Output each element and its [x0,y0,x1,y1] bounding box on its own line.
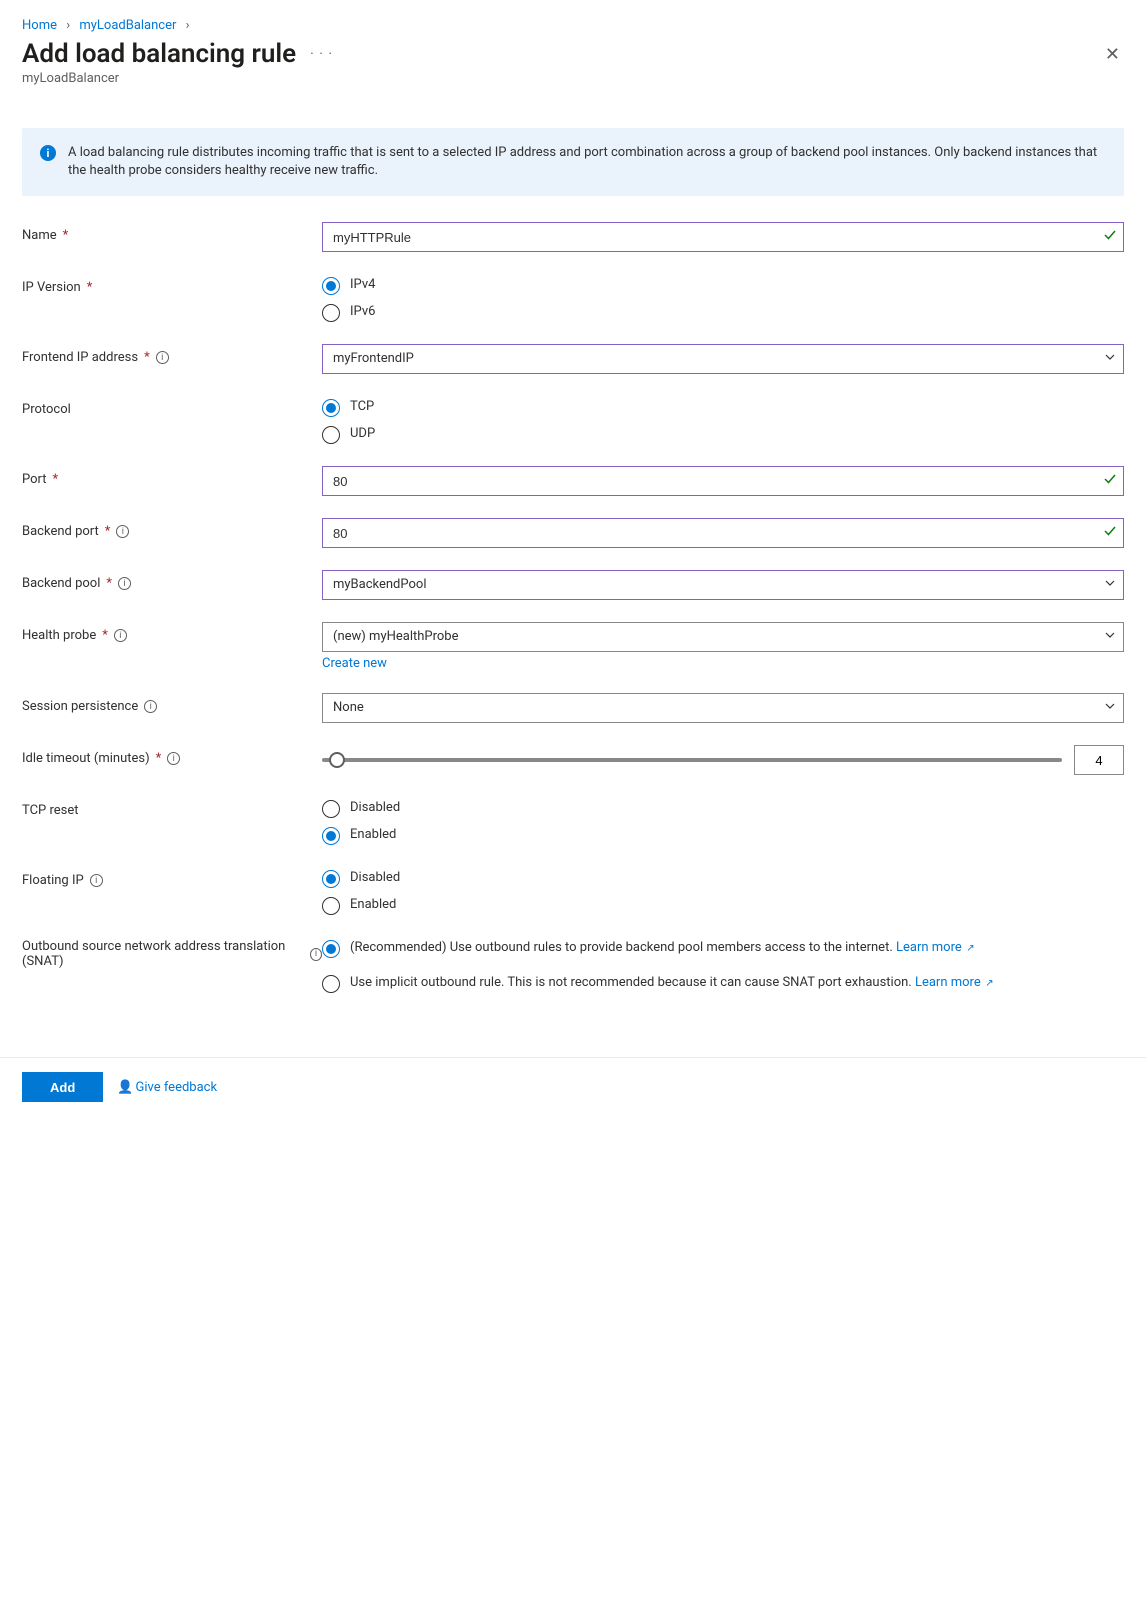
label-tcp-reset: TCP reset [22,797,322,818]
external-link-icon: ↗ [964,943,975,954]
radio-floating-ip-enabled[interactable]: Enabled [322,896,1124,915]
check-icon [1104,525,1116,541]
check-icon [1104,473,1116,489]
name-input[interactable] [322,222,1124,252]
info-icon[interactable]: i [310,948,322,961]
radio-ipv6[interactable]: IPv6 [322,303,1124,322]
chevron-right-icon: › [186,18,190,33]
label-floating-ip: Floating IP i [22,867,322,888]
info-icon[interactable]: i [156,351,169,364]
breadcrumb: Home › myLoadBalancer › [22,18,1124,33]
create-new-link[interactable]: Create new [322,656,387,671]
close-icon[interactable]: ✕ [1101,42,1124,67]
breadcrumb-home[interactable]: Home [22,18,57,33]
idle-timeout-value[interactable] [1074,745,1124,775]
subtitle: myLoadBalancer [22,71,1124,86]
slider-thumb[interactable] [329,752,345,768]
label-idle-timeout: Idle timeout (minutes)* i [22,745,322,766]
session-persistence-select[interactable]: None [322,693,1124,723]
radio-tcp-reset-disabled[interactable]: Disabled [322,799,1124,818]
feedback-icon: 👤 [117,1080,133,1095]
learn-more-link[interactable]: Learn more ↗ [915,975,994,990]
health-probe-select[interactable]: (new) myHealthProbe [322,622,1124,652]
info-text: A load balancing rule distributes incomi… [68,144,1106,180]
label-protocol: Protocol [22,396,322,417]
label-health-probe: Health probe* i [22,622,322,643]
radio-floating-ip-disabled[interactable]: Disabled [322,869,1124,888]
label-frontend-ip: Frontend IP address* i [22,344,322,365]
label-backend-pool: Backend pool* i [22,570,322,591]
radio-tcp[interactable]: TCP [322,398,1124,417]
info-icon[interactable]: i [167,752,180,765]
radio-snat-recommended[interactable]: (Recommended) Use outbound rules to prov… [322,939,1124,958]
radio-tcp-reset-enabled[interactable]: Enabled [322,826,1124,845]
learn-more-link[interactable]: Learn more ↗ [896,940,975,955]
info-banner: i A load balancing rule distributes inco… [22,128,1124,196]
radio-ipv4[interactable]: IPv4 [322,276,1124,295]
info-icon[interactable]: i [114,629,127,642]
backend-pool-select[interactable]: myBackendPool [322,570,1124,600]
label-port: Port* [22,466,322,487]
label-ip-version: IP Version* [22,274,322,295]
frontend-ip-select[interactable]: myFrontendIP [322,344,1124,374]
radio-udp[interactable]: UDP [322,425,1124,444]
label-snat: Outbound source network address translat… [22,937,322,969]
label-name: Name* [22,222,322,243]
page-title: Add load balancing rule [22,39,296,69]
radio-snat-implicit[interactable]: Use implicit outbound rule. This is not … [322,974,1124,993]
info-icon[interactable]: i [90,874,103,887]
check-icon [1104,229,1116,245]
more-icon[interactable]: · · · [310,46,333,62]
label-backend-port: Backend port* i [22,518,322,539]
info-icon[interactable]: i [118,577,131,590]
backend-port-input[interactable] [322,518,1124,548]
idle-timeout-slider[interactable] [322,758,1062,762]
info-icon[interactable]: i [116,525,129,538]
chevron-right-icon: › [66,18,70,33]
external-link-icon: ↗ [983,978,994,989]
add-button[interactable]: Add [22,1072,103,1102]
info-icon[interactable]: i [144,700,157,713]
port-input[interactable] [322,466,1124,496]
give-feedback-link[interactable]: 👤 Give feedback [117,1080,217,1095]
label-session-persistence: Session persistence i [22,693,322,714]
breadcrumb-resource[interactable]: myLoadBalancer [79,18,176,33]
info-icon: i [40,145,56,161]
